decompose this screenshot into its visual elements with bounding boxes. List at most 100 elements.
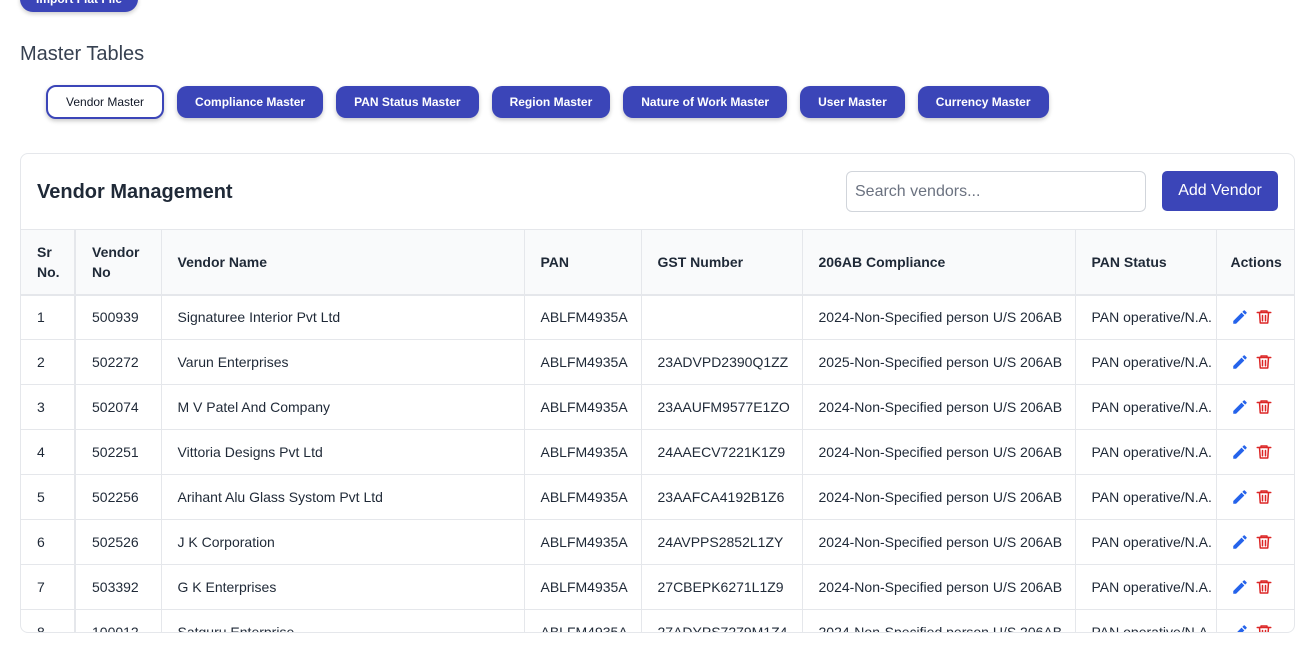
sr-no-cell: 8 xyxy=(21,609,76,632)
sr-no-cell: 5 xyxy=(21,474,76,520)
import-flat-file-button[interactable]: Import Flat File xyxy=(20,0,138,12)
tab-vendor-master[interactable]: Vendor Master xyxy=(46,85,165,119)
compliance-cell: 2024-Non-Specified person U/S 206AB xyxy=(802,474,1076,520)
col-gst-number[interactable]: GST Number xyxy=(641,229,803,296)
col-vendor-name[interactable]: Vendor Name xyxy=(161,229,525,296)
vendor-no-cell: 500939 xyxy=(75,294,162,340)
table-row: 8 100012 Satguru Enterprise ABLFM4935A 27ADY… xyxy=(21,609,1294,632)
pencil-icon[interactable] xyxy=(1231,398,1249,416)
pan-status-cell: PAN operative/N.A. xyxy=(1075,564,1217,610)
compliance-cell: 2024-Non-Specified person U/S 206AB xyxy=(802,609,1076,632)
table-row: 4 502251 Vittoria Designs Pvt Ltd ABLFM4935… xyxy=(21,429,1294,475)
col-actions: Actions xyxy=(1216,229,1294,296)
actions-cell xyxy=(1216,429,1294,475)
trash-icon[interactable] xyxy=(1255,398,1273,416)
vendor-name-cell: Signaturee Interior Pvt Ltd xyxy=(161,294,525,340)
vendor-table: Sr No. Vendor No Vendor Name PAN GST Num… xyxy=(21,229,1294,632)
actions-cell xyxy=(1216,294,1294,340)
pan-status-cell: PAN operative/N.A. xyxy=(1075,519,1217,565)
trash-icon[interactable] xyxy=(1255,623,1273,632)
trash-icon[interactable] xyxy=(1255,308,1273,326)
table-row: 1 500939 Signaturee Interior Pvt Ltd ABLFM4… xyxy=(21,294,1294,340)
compliance-cell: 2024-Non-Specified person U/S 206AB xyxy=(802,429,1076,475)
tab-nature-of-work-master[interactable]: Nature of Work Master xyxy=(623,86,788,118)
tab-pan-status-master[interactable]: PAN Status Master xyxy=(336,86,479,118)
pencil-icon[interactable] xyxy=(1231,623,1249,632)
pan-cell: ABLFM4935A xyxy=(524,564,642,610)
vendor-no-cell: 100012 xyxy=(75,609,162,632)
trash-icon[interactable] xyxy=(1255,443,1273,461)
vendor-name-cell: Satguru Enterprise xyxy=(161,609,525,632)
trash-icon[interactable] xyxy=(1255,533,1273,551)
col-pan[interactable]: PAN xyxy=(524,229,642,296)
vendor-management-card: Vendor Management Add Vendor Sr No. Vend… xyxy=(20,153,1295,633)
vendor-name-cell: Arihant Alu Glass Systom Pvt Ltd xyxy=(161,474,525,520)
pan-status-cell: PAN operative/N.A. xyxy=(1075,384,1217,430)
pan-cell: ABLFM4935A xyxy=(524,339,642,385)
table-header-row: Sr No. Vendor No Vendor Name PAN GST Num… xyxy=(21,229,1294,296)
pan-cell: ABLFM4935A xyxy=(524,429,642,475)
vendor-name-cell: J K Corporation xyxy=(161,519,525,565)
compliance-cell: 2024-Non-Specified person U/S 206AB xyxy=(802,519,1076,565)
col-sr-no[interactable]: Sr No. xyxy=(21,229,76,296)
tab-currency-master[interactable]: Currency Master xyxy=(917,86,1049,118)
table-row: 3 502074 M V Patel And Company ABLFM4935A 23… xyxy=(21,384,1294,430)
pencil-icon[interactable] xyxy=(1231,488,1249,506)
col-pan-status[interactable]: PAN Status xyxy=(1075,229,1217,296)
sr-no-cell: 6 xyxy=(21,519,76,565)
trash-icon[interactable] xyxy=(1255,578,1273,596)
pan-status-cell: PAN operative/N.A. xyxy=(1075,429,1217,475)
compliance-cell: 2024-Non-Specified person U/S 206AB xyxy=(802,384,1076,430)
vendor-no-cell: 502251 xyxy=(75,429,162,475)
pan-cell: ABLFM4935A xyxy=(524,384,642,430)
pan-status-cell: PAN operative/N.A. xyxy=(1075,609,1217,632)
compliance-cell: 2024-Non-Specified person U/S 206AB xyxy=(802,564,1076,610)
pan-status-cell: PAN operative/N.A. xyxy=(1075,294,1217,340)
pan-cell: ABLFM4935A xyxy=(524,474,642,520)
vendor-no-cell: 503392 xyxy=(75,564,162,610)
vendor-no-cell: 502256 xyxy=(75,474,162,520)
gst-number-cell: 24AAECV7221K1Z9 xyxy=(641,429,803,475)
pencil-icon[interactable] xyxy=(1231,308,1249,326)
gst-number-cell: 27ADYPS7279M1Z4 xyxy=(641,609,803,632)
gst-number-cell: 23AAFCA4192B1Z6 xyxy=(641,474,803,520)
vendor-no-cell: 502526 xyxy=(75,519,162,565)
trash-icon[interactable] xyxy=(1255,488,1273,506)
search-vendors-input[interactable] xyxy=(846,171,1146,212)
actions-cell xyxy=(1216,384,1294,430)
gst-number-cell: 23ADVPD2390Q1ZZ xyxy=(641,339,803,385)
actions-cell xyxy=(1216,519,1294,565)
tab-user-master[interactable]: User Master xyxy=(800,86,905,118)
pencil-icon[interactable] xyxy=(1231,578,1249,596)
compliance-cell: 2025-Non-Specified person U/S 206AB xyxy=(802,339,1076,385)
pencil-icon[interactable] xyxy=(1231,353,1249,371)
table-row: 5 502256 Arihant Alu Glass Systom Pvt Ltd A… xyxy=(21,474,1294,520)
trash-icon[interactable] xyxy=(1255,353,1273,371)
actions-cell xyxy=(1216,609,1294,632)
tab-compliance-master[interactable]: Compliance Master xyxy=(177,86,324,118)
gst-number-cell xyxy=(641,294,803,340)
vendor-no-cell: 502074 xyxy=(75,384,162,430)
gst-number-cell: 27CBEPK6271L1Z9 xyxy=(641,564,803,610)
pencil-icon[interactable] xyxy=(1231,533,1249,551)
pan-status-cell: PAN operative/N.A. xyxy=(1075,339,1217,385)
vendor-name-cell: Varun Enterprises xyxy=(161,339,525,385)
vendor-management-title: Vendor Management xyxy=(37,181,233,203)
master-tabs: Vendor Master Compliance Master PAN Stat… xyxy=(46,85,1049,119)
add-vendor-button[interactable]: Add Vendor xyxy=(1162,171,1278,211)
pan-cell: ABLFM4935A xyxy=(524,519,642,565)
actions-cell xyxy=(1216,339,1294,385)
actions-cell xyxy=(1216,474,1294,520)
sr-no-cell: 4 xyxy=(21,429,76,475)
tab-region-master[interactable]: Region Master xyxy=(491,86,611,118)
compliance-cell: 2024-Non-Specified person U/S 206AB xyxy=(802,294,1076,340)
table-row: 7 503392 G K Enterprises ABLFM4935A 27CBEPK6… xyxy=(21,564,1294,610)
gst-number-cell: 24AVPPS2852L1ZY xyxy=(641,519,803,565)
vendor-name-cell: M V Patel And Company xyxy=(161,384,525,430)
pan-cell: ABLFM4935A xyxy=(524,294,642,340)
actions-cell xyxy=(1216,564,1294,610)
col-vendor-no[interactable]: Vendor No xyxy=(75,229,162,296)
pan-status-cell: PAN operative/N.A. xyxy=(1075,474,1217,520)
pencil-icon[interactable] xyxy=(1231,443,1249,461)
col-206ab-compliance[interactable]: 206AB Compliance xyxy=(802,229,1076,296)
